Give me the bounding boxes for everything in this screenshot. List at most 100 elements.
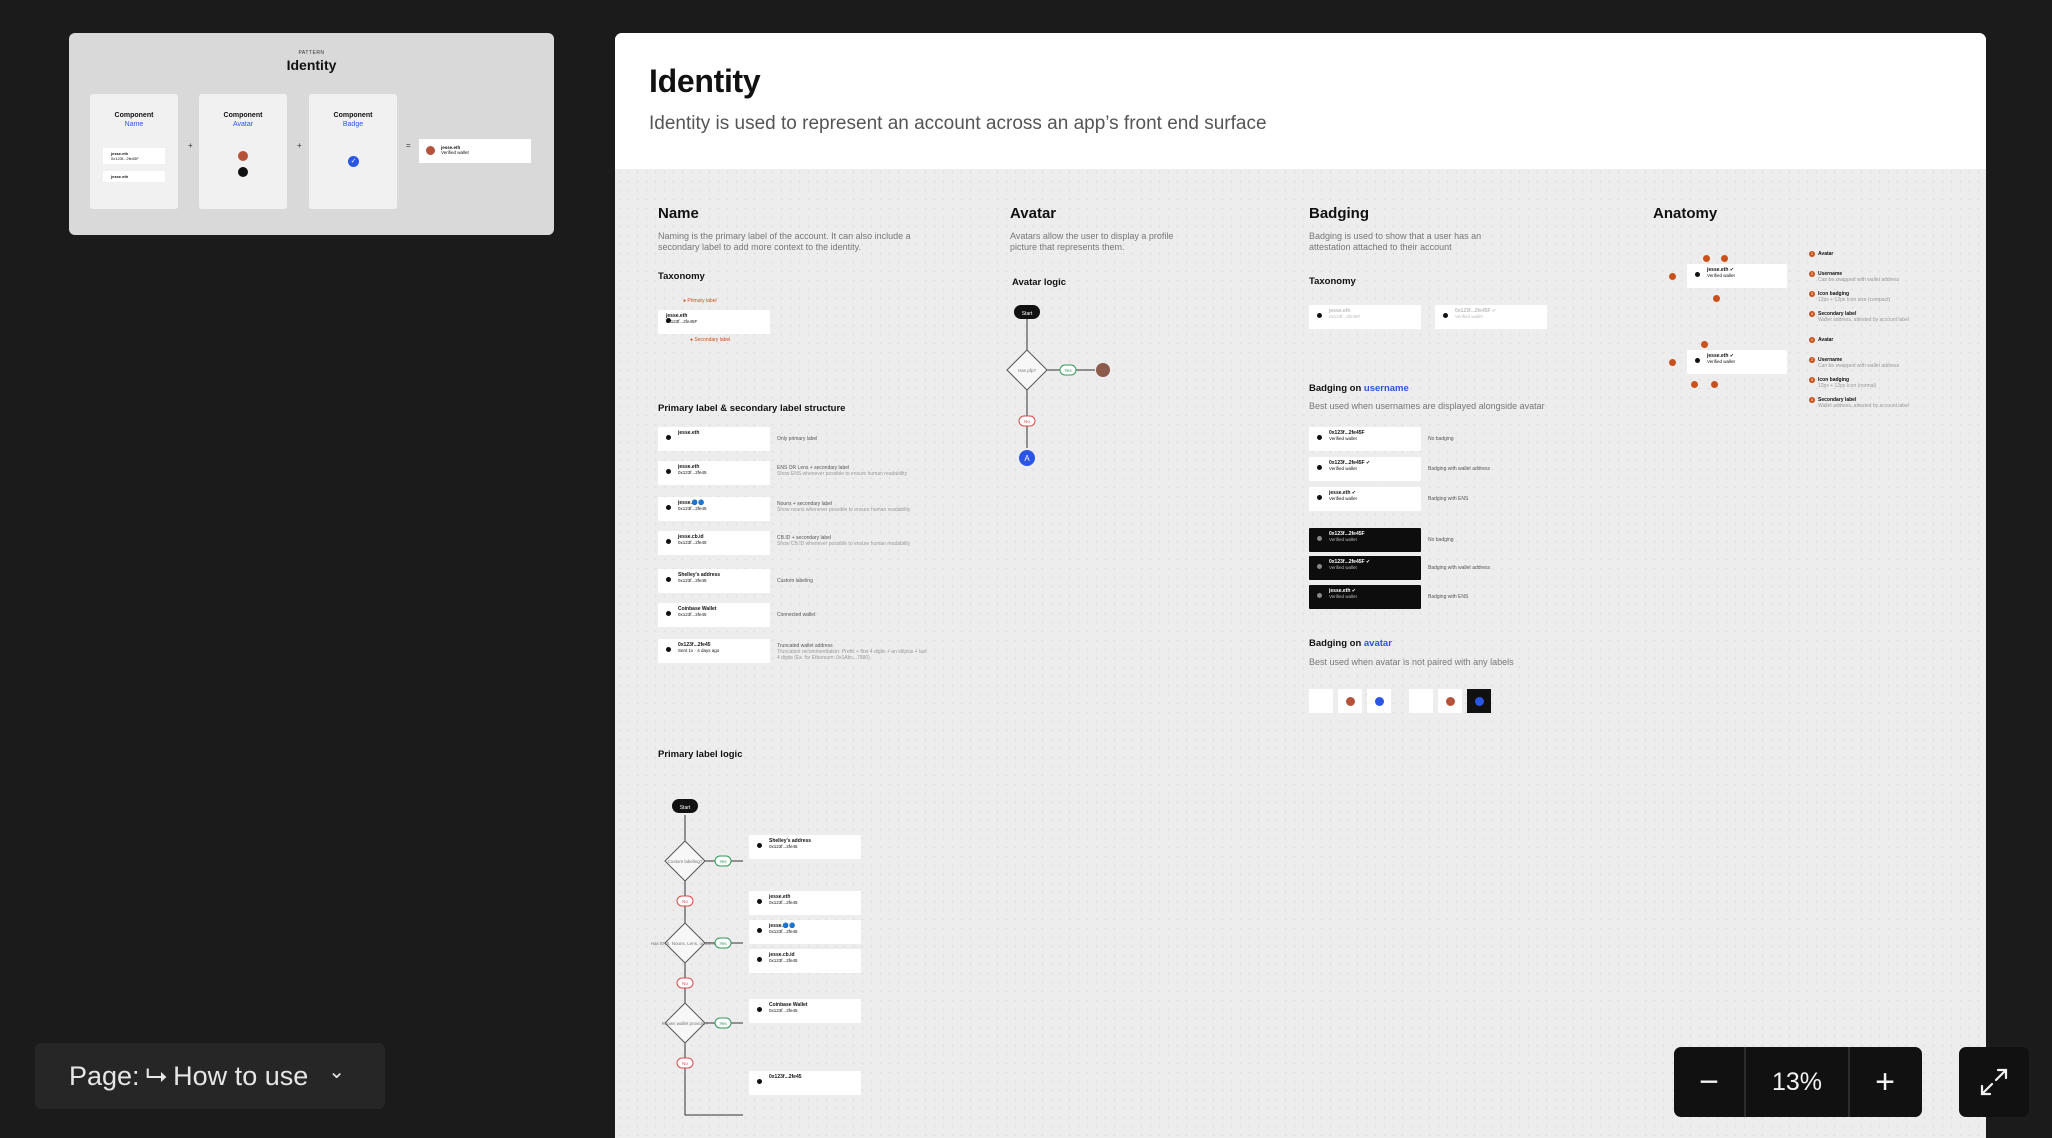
anatomy-section-title: Anatomy: [1653, 205, 1718, 222]
zoom-level[interactable]: 13%: [1744, 1047, 1850, 1117]
anatomy-legend-item: 2 Username Can be swapped with wallet addr…: [1809, 271, 1919, 283]
row-note: Show ENS whenever possible to ensure hum…: [777, 471, 908, 477]
row-desc-text: Only primary label: [777, 436, 818, 442]
desc-line: picture that represents them.: [1010, 242, 1125, 252]
anatomy-marker-icon: [1701, 341, 1708, 348]
row-secondary: Verified wallet: [1329, 436, 1357, 441]
title-prefix: Badging on: [1309, 383, 1364, 394]
no-tag: No: [682, 899, 688, 904]
fullscreen-button[interactable]: [1959, 1047, 2029, 1117]
badge-row-desc: Badging with wallet address: [1428, 565, 1490, 571]
no-tag: No: [682, 981, 688, 986]
badging-taxonomy-sample: jesse.eth 0x123f...2fe45F: [1309, 305, 1421, 329]
avatar-link[interactable]: avatar: [1364, 638, 1392, 649]
desc-line: attestation attached to their account: [1309, 242, 1452, 252]
sample-primary: jesse.eth: [111, 174, 129, 179]
row-note: Truncation recommendation: Prefix + firs…: [777, 649, 927, 661]
anatomy-marker-icon: [1721, 255, 1728, 262]
legend-number-icon: 3: [1809, 377, 1815, 383]
pattern-thumbnail[interactable]: PATTERN Identity Component Name jesse.et…: [69, 33, 554, 235]
row-secondary: Verified wallet: [1329, 537, 1357, 542]
expand-icon: [1980, 1068, 2008, 1096]
flow-q1: Custom labeling?: [668, 859, 703, 864]
badge-sample-photo-icon: [1338, 689, 1362, 713]
structure-row-desc: Custom labeling: [777, 578, 927, 584]
avatar-default-icon: [238, 167, 248, 177]
anatomy-legend-item: 1 Avatar: [1809, 337, 1919, 343]
structure-row-desc: Connected wallet: [777, 612, 927, 618]
row-secondary: Verified wallet: [1329, 496, 1357, 501]
anatomy-legend-item: 4 Secondary label Wallet address, attested…: [1809, 397, 1919, 409]
verified-badge-icon: ✓: [348, 156, 359, 167]
anatomy-sample: jesse.eth ✔ Verified wallet: [1687, 350, 1787, 374]
username-link[interactable]: username: [1364, 383, 1409, 394]
anatomy-marker-icon: [1703, 255, 1710, 262]
logic-result-sample: jesse.🔵🔵 0x123f...2fe45: [749, 920, 861, 944]
legend-number-icon: 1: [1809, 337, 1815, 343]
row-secondary: 0x123f...2fe45: [678, 506, 707, 511]
sample-secondary: 0x123f...2fe45F: [1329, 314, 1361, 319]
page-subtitle: Identity is used to represent an account…: [649, 113, 1267, 134]
anatomy-legend-item: 3 Icon badging 12px + 12px Icon (normal): [1809, 377, 1919, 389]
anatomy-legend-item: 3 Icon badging 12px + 12px Icon size (comp…: [1809, 291, 1919, 303]
page-prefix: Page:: [69, 1060, 140, 1091]
anatomy-legend-item: 4 Secondary label Wallet address, attested…: [1809, 311, 1919, 323]
row-secondary: Verified wallet: [1329, 565, 1357, 570]
result-secondary: 0x123f...2fe45: [769, 929, 798, 934]
zoom-out-button[interactable]: −: [1674, 1047, 1744, 1117]
thumbnail-card-avatar: Component Avatar: [199, 94, 287, 209]
result-secondary: 0x123f...2fe45: [769, 958, 798, 963]
structure-row-desc: CB.ID + secondary label Show CB.ID whenev…: [777, 535, 927, 547]
result-primary: 0x123f...2fe45: [769, 1074, 802, 1080]
structure-row-desc: Truncated wallet address Truncation recom…: [777, 643, 927, 661]
row-primary: jesse.eth: [678, 430, 700, 436]
desc-line: secondary label to add more context to t…: [658, 242, 861, 252]
legend-note: 12px + 12px Icon size (compact): [1818, 297, 1891, 303]
yes-tag: Yes: [719, 859, 727, 864]
badging-avatar-title: Badging on avatar: [1309, 638, 1392, 649]
sample-secondary: Verified wallet: [1707, 273, 1735, 278]
structure-title: Primary label & secondary label structur…: [658, 403, 846, 414]
avatar-flow-question: Has pfp?: [1018, 368, 1037, 373]
flow-q3: Known wallet provider?: [662, 1021, 709, 1026]
tag-text: Primary label: [687, 298, 717, 304]
identity-frame[interactable]: Identity Identity is used to represent a…: [615, 33, 1986, 1138]
anatomy-marker-icon: [1713, 295, 1720, 302]
plus-operator: +: [188, 141, 193, 150]
chevron-down-icon: ⌄: [328, 1060, 346, 1083]
name-sample: jesse.eth: [103, 171, 165, 182]
yes-tag: Yes: [1064, 368, 1072, 373]
row-secondary: 0x123f...2fe45: [678, 470, 707, 475]
thumbnail-pattern-label: PATTERN: [298, 50, 325, 56]
result-secondary: 0x123f...2fe45: [769, 900, 798, 905]
result-secondary: 0x123f...2fe45: [769, 1008, 798, 1013]
badging-avatar-desc: Best used when avatar is not paired with…: [1309, 657, 1514, 667]
legend-number-icon: 2: [1809, 357, 1815, 363]
result-secondary: Verified wallet: [441, 150, 469, 155]
thumbnail-card-badge: Component Badge ✓: [309, 94, 397, 209]
logic-result-sample: jesse.eth 0x123f...2fe45: [749, 891, 861, 915]
page-selector[interactable]: Page: ⮡ How to use ⌄: [35, 1043, 385, 1109]
structure-row-desc: ENS OR Lens + secondary label Show ENS wh…: [777, 465, 927, 477]
badging-username-desc: Best used when usernames are displayed a…: [1309, 401, 1545, 411]
badge-row-desc: Badging with ENS: [1428, 594, 1469, 600]
anatomy-sample: jesse.eth ✔ Verified wallet: [1687, 264, 1787, 288]
profile-photo-icon: [1096, 363, 1110, 377]
legend-label: Avatar: [1818, 251, 1834, 257]
structure-row-sample: jesse.cb.id 0x123f...2fe45: [658, 531, 770, 555]
primary-label-tag: ● Primary label: [683, 298, 717, 304]
legend-number-icon: 3: [1809, 291, 1815, 297]
badge-row-desc: No badging: [1428, 537, 1454, 543]
structure-row-sample: jesse.🔵🔵 0x123f...2fe45: [658, 497, 770, 521]
card-label: Component: [114, 112, 154, 119]
badge-sample-small-icon: [1409, 689, 1433, 713]
legend-note: Wallet address, attested by account labe…: [1818, 317, 1909, 323]
badge-sample-photo-icon: [1438, 689, 1462, 713]
legend-note: Wallet address, attested by account labe…: [1818, 403, 1909, 409]
badging-description: Badging is used to show that a user has …: [1309, 231, 1481, 253]
secondary-label-tag: ● Secondary label: [690, 337, 731, 343]
zoom-in-button[interactable]: +: [1850, 1047, 1920, 1117]
page-title: Identity: [649, 63, 761, 99]
badge-row-light: 0x123f...2fe45F Verified wallet: [1309, 427, 1421, 451]
structure-row-sample: Coinbase Wallet 0x123f...2fe45: [658, 603, 770, 627]
